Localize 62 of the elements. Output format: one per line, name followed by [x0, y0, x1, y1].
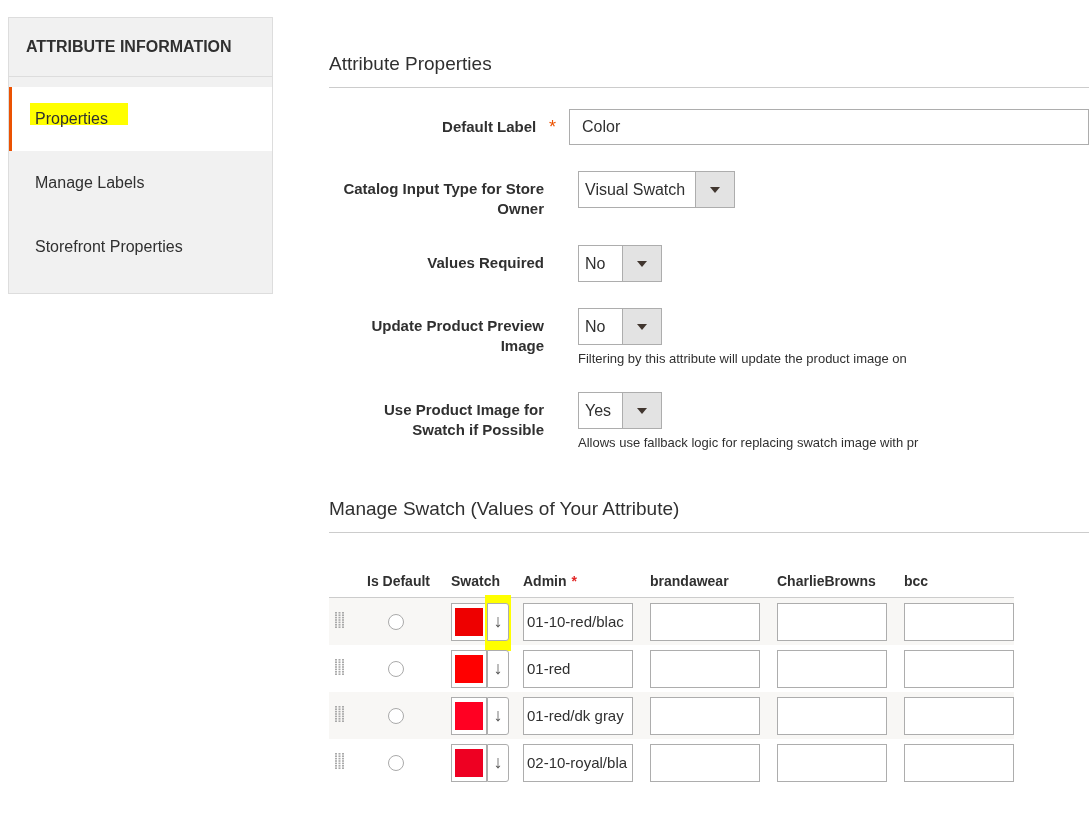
store-value-field[interactable] — [650, 696, 760, 735]
column-header: bcc — [904, 573, 929, 589]
upload-button[interactable]: ↓ — [487, 743, 509, 782]
upload-button[interactable]: ↓ — [487, 696, 509, 735]
section-title: Manage Swatch (Values of Your Attribute) — [329, 498, 1089, 533]
column-header: CharlieBrowns — [777, 573, 876, 589]
column-header: brandawear — [650, 573, 729, 589]
default-radio[interactable] — [388, 613, 404, 630]
required-mark: * — [549, 117, 557, 137]
upload-button[interactable]: ↓ — [487, 602, 509, 641]
column-header: Swatch — [451, 573, 500, 589]
field-note: Filtering by this attribute will update the product image on — [578, 351, 907, 366]
dropdown-field[interactable]: No — [578, 245, 662, 282]
field-label: Catalog Input Type for Store Owner — [342, 179, 544, 219]
swatch-picker[interactable] — [451, 649, 487, 688]
default-radio[interactable] — [388, 754, 404, 771]
column-header: Admin — [523, 573, 567, 589]
caret-icon — [637, 323, 647, 330]
upload-button[interactable]: ↓ — [487, 649, 509, 688]
store-value-field[interactable] — [777, 649, 887, 688]
store-value-field[interactable] — [904, 743, 1014, 782]
admin-value-field[interactable]: 01-10-red/blac — [523, 602, 633, 641]
store-value-field[interactable] — [650, 649, 760, 688]
store-value-field[interactable] — [904, 649, 1014, 688]
field-label: Use Product Image for Swatch if Possible — [382, 400, 544, 440]
admin-value-field[interactable]: 01-red/dk gray — [523, 696, 633, 735]
store-value-field[interactable] — [650, 743, 760, 782]
dropdown-field[interactable]: No — [578, 308, 662, 345]
caret-icon — [637, 260, 647, 267]
store-value-field[interactable] — [777, 696, 887, 735]
column-header: Is Default — [367, 573, 430, 589]
store-value-field[interactable] — [904, 696, 1014, 735]
required-mark: * — [571, 573, 577, 589]
dropdown-field[interactable]: Visual Swatch — [578, 171, 736, 208]
dropdown-field[interactable]: Yes — [578, 392, 662, 429]
default-radio[interactable] — [388, 660, 404, 677]
store-value-field[interactable] — [904, 602, 1014, 641]
caret-icon — [637, 407, 647, 414]
store-value-field[interactable] — [777, 602, 887, 641]
admin-value-field[interactable]: 01-red — [523, 649, 633, 688]
store-value-field[interactable] — [777, 743, 887, 782]
admin-value-field[interactable]: 02-10-royal/bla — [523, 743, 633, 782]
default-radio[interactable] — [388, 707, 404, 724]
swatch-picker[interactable] — [451, 602, 487, 641]
drag-handle-icon[interactable] — [335, 659, 345, 675]
swatch-picker[interactable] — [451, 696, 487, 735]
store-value-field[interactable] — [650, 602, 760, 641]
drag-handle-icon[interactable] — [335, 706, 345, 722]
field-label: Default Label — [441, 117, 537, 137]
sidebar-item[interactable]: Properties — [9, 87, 272, 151]
field-label: Update Product Preview Image — [370, 316, 544, 356]
drag-handle-icon[interactable] — [335, 753, 345, 769]
field-note: Allows use fallback logic for replacing swatch image with pr — [578, 435, 919, 450]
section-title: Attribute Properties — [329, 53, 1089, 88]
sidebar-item[interactable]: Manage Labels — [9, 151, 272, 215]
field-label: Values Required — [426, 253, 544, 273]
sidebar-item[interactable]: Storefront Properties — [9, 215, 272, 279]
swatch-picker[interactable] — [451, 743, 487, 782]
sidebar-title: ATTRIBUTE INFORMATION — [9, 18, 272, 77]
text-field[interactable]: Color — [569, 109, 1089, 145]
caret-icon — [710, 186, 721, 193]
drag-handle-icon[interactable] — [335, 612, 345, 628]
